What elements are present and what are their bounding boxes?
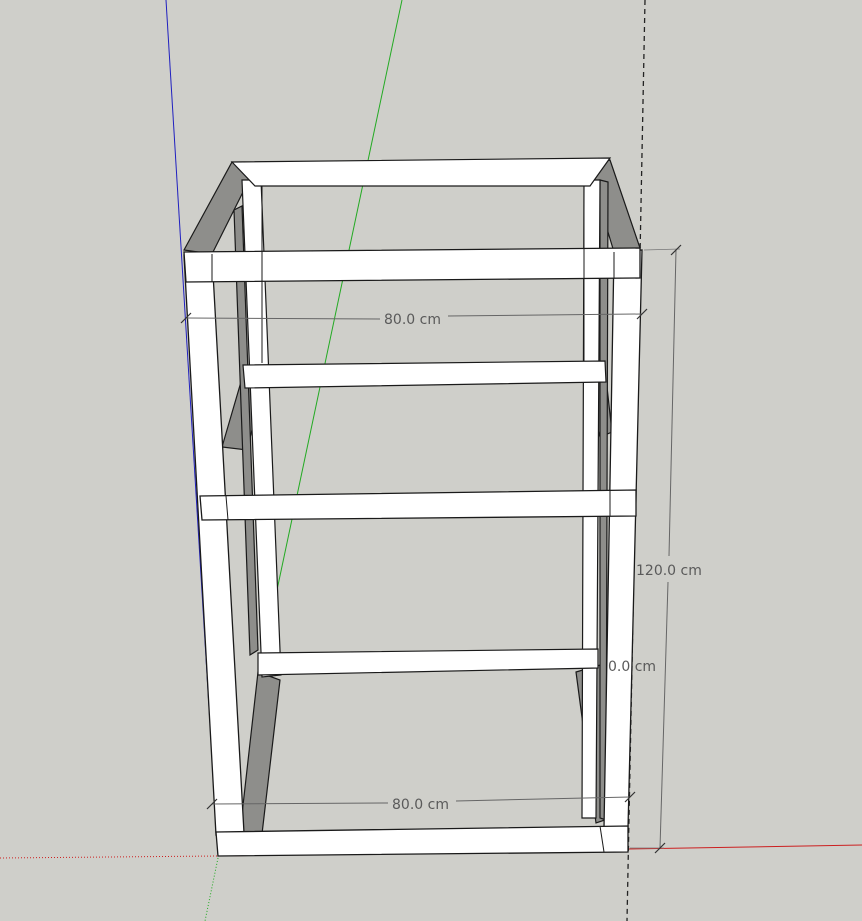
top-back-rail <box>230 157 612 187</box>
dimension-label: 0.0 cm <box>608 659 656 675</box>
red-axis-dotted <box>0 855 219 859</box>
bottom-back-rail <box>257 648 599 676</box>
bottom-left-side-rail <box>239 671 281 835</box>
middle-front-rail <box>199 489 637 521</box>
green-axis-dotted <box>204 857 219 921</box>
3d-frame-model[interactable]: 80.0 cm 80.0 cm 120.0 cm 0.0 cm <box>0 0 862 921</box>
extension-line <box>643 248 681 251</box>
dimension-height[interactable]: 120.0 cm <box>630 244 702 854</box>
middle-back-rail <box>242 360 607 389</box>
front-right-post <box>603 249 643 829</box>
back-rails <box>230 157 612 676</box>
dimension-partial-depth[interactable]: 0.0 cm <box>608 659 656 675</box>
bottom-front-rail <box>215 825 629 857</box>
front-left-post <box>183 254 245 836</box>
dimension-line <box>659 581 669 849</box>
dimension-label: 80.0 cm <box>392 797 449 813</box>
dimension-label: 80.0 cm <box>384 312 441 328</box>
dimension-line <box>668 249 677 557</box>
top-front-rail <box>183 247 641 283</box>
axes <box>0 0 862 921</box>
dimension-bottom-width[interactable]: 80.0 cm <box>206 791 636 813</box>
dimension-label: 120.0 cm <box>636 563 702 579</box>
modeling-viewport[interactable]: 80.0 cm 80.0 cm 120.0 cm 0.0 cm <box>0 0 862 921</box>
